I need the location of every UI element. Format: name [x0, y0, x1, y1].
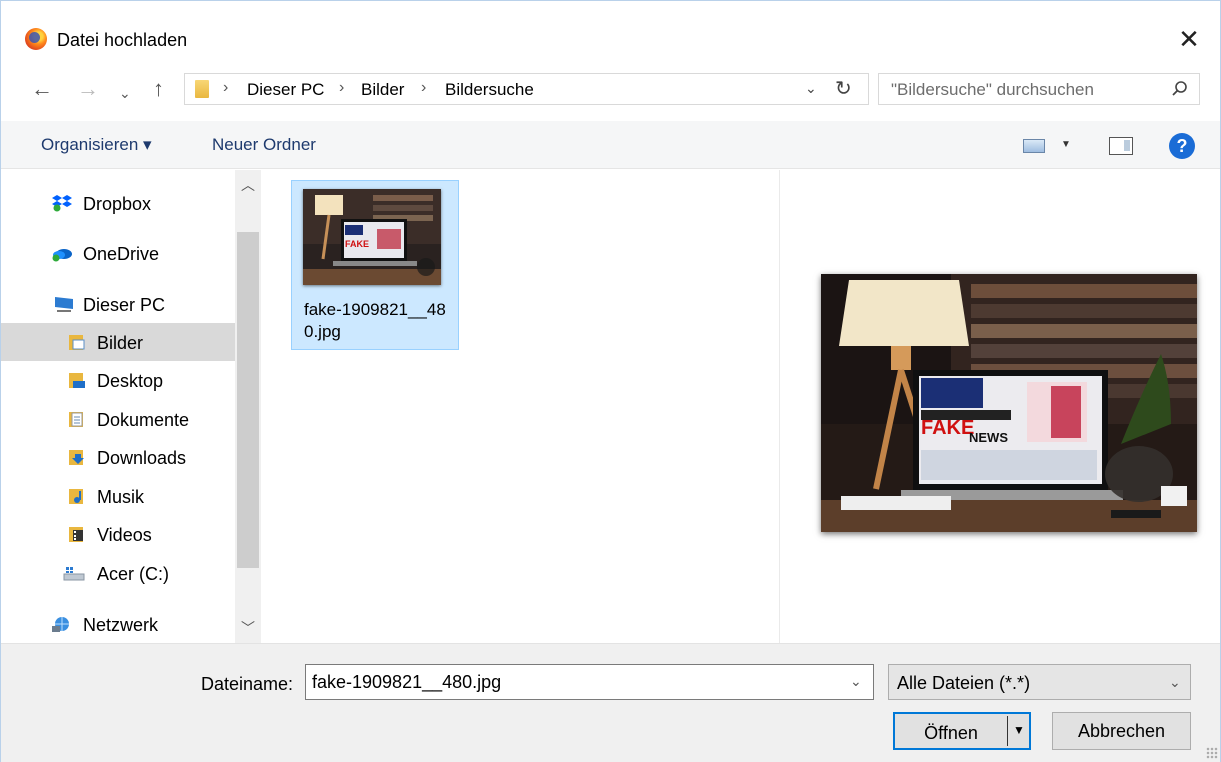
breadcrumb-separator[interactable]: ›	[223, 79, 228, 97]
sidebar-item-label: Dieser PC	[83, 295, 166, 315]
network-icon	[52, 617, 69, 632]
folder-icon	[195, 80, 209, 98]
videos-folder-icon	[69, 527, 83, 542]
sidebar-item-dokumente[interactable]: Dokumente	[1, 400, 235, 438]
scroll-down-arrow-icon[interactable]: ﹀	[235, 613, 261, 643]
svg-text:FAKE: FAKE	[345, 239, 369, 249]
pictures-folder-icon	[69, 335, 85, 350]
sidebar-item-label: Dropbox	[83, 194, 152, 214]
dropbox-icon	[52, 195, 72, 212]
file-upload-dialog: Datei hochladen ✕ ← → ⌄ ↑ › Dieser PC › …	[0, 0, 1221, 762]
close-button[interactable]: ✕	[1169, 23, 1209, 55]
sidebar-item-label: Videos	[97, 525, 152, 545]
open-button-label: Öffnen	[924, 723, 978, 743]
sidebar-item-onedrive[interactable]: OneDrive	[1, 234, 235, 272]
dialog-footer: Dateiname: ⌄ Alle Dateien (*.*) ⌄ Öffnen…	[1, 643, 1220, 762]
filename-combobox[interactable]: ⌄	[305, 664, 874, 700]
chevron-down-icon[interactable]: ⌄	[850, 673, 862, 690]
sidebar-item-label: Bilder	[97, 333, 144, 353]
refresh-icon[interactable]: ↻	[835, 76, 852, 101]
forward-arrow-icon[interactable]: →	[77, 77, 99, 101]
open-options-caret-icon[interactable]: ▼	[1013, 723, 1025, 737]
sidebar-item-desktop[interactable]: Desktop	[1, 361, 235, 399]
sidebar-item-label: Dokumente	[97, 410, 190, 430]
sidebar-item-label: Desktop	[97, 371, 164, 391]
scroll-up-arrow-icon[interactable]: ︿	[235, 170, 261, 200]
sidebar-item-bilder[interactable]: Bilder	[1, 323, 235, 361]
sidebar-item-dieser-pc[interactable]: Dieser PC	[1, 285, 235, 323]
breadcrumb-separator[interactable]: ›	[421, 79, 426, 97]
organize-button[interactable]: Organisieren ▾	[41, 135, 152, 155]
desktop-folder-icon	[69, 373, 85, 388]
address-dropdown-chevron-icon[interactable]: ⌄	[805, 80, 817, 97]
firefox-icon	[25, 28, 47, 50]
breadcrumb-bildersuche[interactable]: Bildersuche	[445, 80, 534, 100]
search-icon[interactable]	[1169, 78, 1191, 100]
computer-icon	[55, 297, 73, 312]
scrollbar-thumb[interactable]	[237, 232, 259, 568]
file-list: FAKE fake-1909821__480.jpg	[263, 170, 778, 643]
title-bar: Datei hochladen ✕	[1, 1, 1220, 59]
open-button[interactable]: Öffnen ▼	[893, 712, 1031, 750]
filename-label: Dateiname:	[201, 674, 294, 694]
breadcrumb-separator[interactable]: ›	[339, 79, 344, 97]
change-view-icon[interactable]	[1023, 139, 1045, 153]
resize-grip-icon[interactable]	[1206, 747, 1218, 759]
navigation-pane: Dropbox OneDrive Dieser PC Bilder Deskto…	[1, 170, 261, 643]
downloads-folder-icon	[69, 450, 84, 465]
split-divider	[1007, 716, 1008, 746]
file-item[interactable]: FAKE fake-1909821__480.jpg	[291, 180, 459, 350]
sidebar-item-label: Downloads	[97, 448, 187, 468]
address-bar[interactable]: › Dieser PC › Bilder › Bildersuche ⌄ ↻	[184, 73, 869, 105]
back-arrow-icon[interactable]: ←	[31, 77, 53, 101]
command-toolbar: Organisieren ▾ Neuer Ordner ▼ ?	[1, 121, 1220, 169]
up-arrow-icon[interactable]: ↑	[153, 77, 164, 101]
sidebar-item-label: Acer (C:)	[97, 564, 169, 584]
breadcrumb-dieser-pc[interactable]: Dieser PC	[247, 80, 324, 100]
sidebar-item-label: OneDrive	[83, 244, 160, 264]
sidebar-item-dropbox[interactable]: Dropbox	[1, 184, 235, 222]
sidebar-item-musik[interactable]: Musik	[1, 477, 235, 515]
sidebar-item-acer-c[interactable]: Acer (C:)	[1, 554, 235, 592]
search-input[interactable]	[891, 80, 1151, 100]
music-folder-icon	[69, 489, 83, 504]
svg-text:FAKE: FAKE	[921, 417, 974, 439]
sidebar-item-downloads[interactable]: Downloads	[1, 438, 235, 476]
search-box[interactable]	[878, 73, 1200, 105]
file-name: fake-1909821__480.jpg	[304, 300, 446, 341]
sidebar-scrollbar[interactable]: ︿ ﹀	[235, 170, 261, 643]
sidebar-item-videos[interactable]: Videos	[1, 515, 235, 553]
drive-icon	[63, 567, 85, 581]
image-thumbnail: FAKE	[303, 189, 441, 285]
sidebar-item-netzwerk[interactable]: Netzwerk	[1, 605, 235, 643]
preview-pane: FAKE NEWS	[779, 170, 1220, 643]
window-title: Datei hochladen	[57, 30, 188, 50]
filetype-value: Alle Dateien (*.*)	[897, 673, 1031, 693]
image-preview: FAKE NEWS	[821, 274, 1197, 532]
filetype-select[interactable]: Alle Dateien (*.*) ⌄	[888, 664, 1191, 700]
onedrive-icon	[52, 249, 72, 262]
cancel-button[interactable]: Abbrechen	[1052, 712, 1191, 750]
sidebar-item-label: Musik	[97, 487, 145, 507]
svg-text:NEWS: NEWS	[969, 430, 1008, 445]
preview-pane-icon[interactable]	[1109, 137, 1133, 155]
navigation-row: ← → ⌄ ↑ › Dieser PC › Bilder › Bildersuc…	[1, 63, 1220, 115]
sidebar-item-label: Netzwerk	[83, 615, 159, 635]
view-options-caret-icon[interactable]: ▼	[1061, 139, 1071, 150]
help-icon[interactable]: ?	[1169, 133, 1195, 159]
new-folder-button[interactable]: Neuer Ordner	[212, 135, 316, 155]
filename-input[interactable]	[312, 672, 832, 693]
documents-folder-icon	[69, 412, 83, 427]
chevron-down-icon[interactable]: ⌄	[1169, 674, 1181, 691]
recent-locations-chevron-icon[interactable]: ⌄	[119, 81, 131, 105]
breadcrumb-bilder[interactable]: Bilder	[361, 80, 404, 100]
